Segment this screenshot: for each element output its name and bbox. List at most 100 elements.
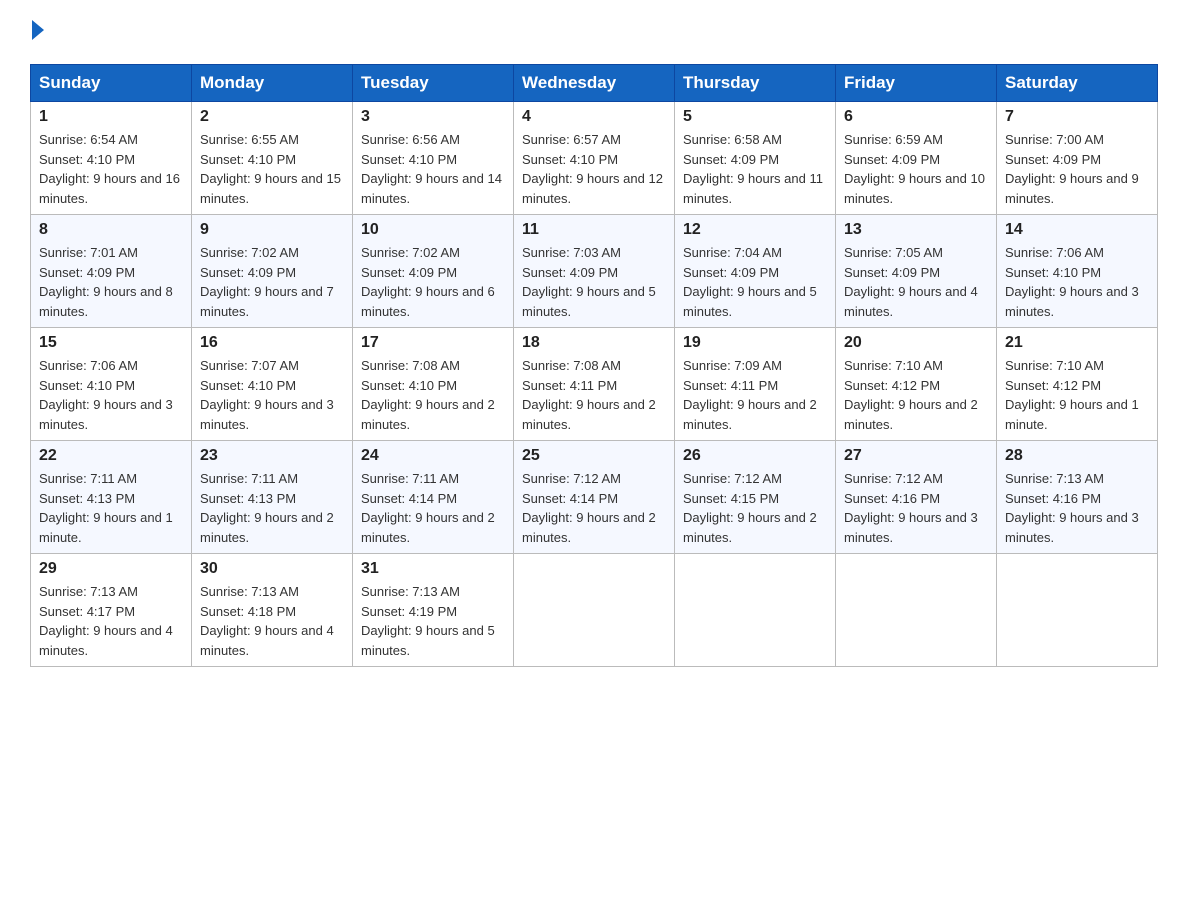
- calendar-body: 1 Sunrise: 6:54 AMSunset: 4:10 PMDaylight…: [31, 102, 1158, 667]
- calendar-cell: 7 Sunrise: 7:00 AMSunset: 4:09 PMDaylight…: [997, 102, 1158, 215]
- calendar-table: SundayMondayTuesdayWednesdayThursdayFrid…: [30, 64, 1158, 667]
- calendar-cell: 1 Sunrise: 6:54 AMSunset: 4:10 PMDaylight…: [31, 102, 192, 215]
- day-number: 30: [200, 560, 344, 578]
- calendar-cell: 19 Sunrise: 7:09 AMSunset: 4:11 PMDayligh…: [675, 328, 836, 441]
- calendar-cell: 25 Sunrise: 7:12 AMSunset: 4:14 PMDayligh…: [514, 441, 675, 554]
- calendar-cell: [836, 554, 997, 667]
- day-number: 23: [200, 447, 344, 465]
- day-info: Sunrise: 7:05 AMSunset: 4:09 PMDaylight:…: [844, 243, 988, 321]
- calendar-cell: 22 Sunrise: 7:11 AMSunset: 4:13 PMDayligh…: [31, 441, 192, 554]
- calendar-cell: 9 Sunrise: 7:02 AMSunset: 4:09 PMDaylight…: [192, 215, 353, 328]
- day-number: 16: [200, 334, 344, 352]
- day-number: 22: [39, 447, 183, 465]
- day-info: Sunrise: 7:12 AMSunset: 4:14 PMDaylight:…: [522, 469, 666, 547]
- calendar-cell: 2 Sunrise: 6:55 AMSunset: 4:10 PMDaylight…: [192, 102, 353, 215]
- calendar-cell: 8Sunrise: 7:01 AMSunset: 4:09 PMDaylight…: [31, 215, 192, 328]
- day-number: 24: [361, 447, 505, 465]
- day-number: 19: [683, 334, 827, 352]
- day-number: 13: [844, 221, 988, 239]
- day-info: Sunrise: 7:06 AMSunset: 4:10 PMDaylight:…: [39, 356, 183, 434]
- day-info: Sunrise: 7:09 AMSunset: 4:11 PMDaylight:…: [683, 356, 827, 434]
- week-row-1: 1 Sunrise: 6:54 AMSunset: 4:10 PMDaylight…: [31, 102, 1158, 215]
- day-info: Sunrise: 7:11 AMSunset: 4:14 PMDaylight:…: [361, 469, 505, 547]
- header-cell-monday: Monday: [192, 65, 353, 102]
- day-number: 17: [361, 334, 505, 352]
- day-info: Sunrise: 7:12 AMSunset: 4:15 PMDaylight:…: [683, 469, 827, 547]
- day-number: 29: [39, 560, 183, 578]
- calendar-cell: 21 Sunrise: 7:10 AMSunset: 4:12 PMDayligh…: [997, 328, 1158, 441]
- day-number: 4: [522, 108, 666, 126]
- day-number: 28: [1005, 447, 1149, 465]
- calendar-cell: 20 Sunrise: 7:10 AMSunset: 4:12 PMDayligh…: [836, 328, 997, 441]
- day-number: 9: [200, 221, 344, 239]
- calendar-cell: 28Sunrise: 7:13 AMSunset: 4:16 PMDayligh…: [997, 441, 1158, 554]
- calendar-cell: 6Sunrise: 6:59 AMSunset: 4:09 PMDaylight…: [836, 102, 997, 215]
- day-info: Sunrise: 7:01 AMSunset: 4:09 PMDaylight:…: [39, 243, 183, 321]
- day-number: 27: [844, 447, 988, 465]
- calendar-cell: 17 Sunrise: 7:08 AMSunset: 4:10 PMDayligh…: [353, 328, 514, 441]
- day-number: 2: [200, 108, 344, 126]
- day-number: 20: [844, 334, 988, 352]
- calendar-cell: 24 Sunrise: 7:11 AMSunset: 4:14 PMDayligh…: [353, 441, 514, 554]
- day-info: Sunrise: 7:00 AMSunset: 4:09 PMDaylight:…: [1005, 130, 1149, 208]
- calendar-cell: 26 Sunrise: 7:12 AMSunset: 4:15 PMDayligh…: [675, 441, 836, 554]
- page-header: Blue: [30, 20, 1158, 44]
- header-cell-tuesday: Tuesday: [353, 65, 514, 102]
- day-number: 7: [1005, 108, 1149, 126]
- header-cell-saturday: Saturday: [997, 65, 1158, 102]
- day-number: 14: [1005, 221, 1149, 239]
- calendar-cell: 31 Sunrise: 7:13 AMSunset: 4:19 PMDayligh…: [353, 554, 514, 667]
- day-number: 31: [361, 560, 505, 578]
- day-info: Sunrise: 7:13 AMSunset: 4:17 PMDaylight:…: [39, 582, 183, 660]
- day-info: Sunrise: 7:02 AMSunset: 4:09 PMDaylight:…: [200, 243, 344, 321]
- calendar-cell: 4Sunrise: 6:57 AMSunset: 4:10 PMDaylight…: [514, 102, 675, 215]
- calendar-cell: 15 Sunrise: 7:06 AMSunset: 4:10 PMDayligh…: [31, 328, 192, 441]
- calendar-cell: 29 Sunrise: 7:13 AMSunset: 4:17 PMDayligh…: [31, 554, 192, 667]
- calendar-cell: 27Sunrise: 7:12 AMSunset: 4:16 PMDayligh…: [836, 441, 997, 554]
- day-number: 15: [39, 334, 183, 352]
- logo-triangle-icon: [32, 20, 44, 40]
- calendar-cell: 14 Sunrise: 7:06 AMSunset: 4:10 PMDayligh…: [997, 215, 1158, 328]
- week-row-4: 22 Sunrise: 7:11 AMSunset: 4:13 PMDayligh…: [31, 441, 1158, 554]
- week-row-2: 8Sunrise: 7:01 AMSunset: 4:09 PMDaylight…: [31, 215, 1158, 328]
- calendar-cell: 3Sunrise: 6:56 AMSunset: 4:10 PMDaylight…: [353, 102, 514, 215]
- day-info: Sunrise: 7:13 AMSunset: 4:18 PMDaylight:…: [200, 582, 344, 660]
- day-info: Sunrise: 7:11 AMSunset: 4:13 PMDaylight:…: [39, 469, 183, 547]
- day-number: 25: [522, 447, 666, 465]
- calendar-cell: [997, 554, 1158, 667]
- day-info: Sunrise: 7:03 AMSunset: 4:09 PMDaylight:…: [522, 243, 666, 321]
- calendar-cell: 11Sunrise: 7:03 AMSunset: 4:09 PMDayligh…: [514, 215, 675, 328]
- calendar-cell: 23 Sunrise: 7:11 AMSunset: 4:13 PMDayligh…: [192, 441, 353, 554]
- calendar-cell: 13 Sunrise: 7:05 AMSunset: 4:09 PMDayligh…: [836, 215, 997, 328]
- calendar-cell: 16 Sunrise: 7:07 AMSunset: 4:10 PMDayligh…: [192, 328, 353, 441]
- day-number: 21: [1005, 334, 1149, 352]
- calendar-cell: [675, 554, 836, 667]
- logo: Blue: [30, 20, 44, 44]
- calendar-cell: 5Sunrise: 6:58 AMSunset: 4:09 PMDaylight…: [675, 102, 836, 215]
- calendar-cell: 18 Sunrise: 7:08 AMSunset: 4:11 PMDayligh…: [514, 328, 675, 441]
- day-info: Sunrise: 6:54 AMSunset: 4:10 PMDaylight:…: [39, 130, 183, 208]
- day-info: Sunrise: 7:10 AMSunset: 4:12 PMDaylight:…: [844, 356, 988, 434]
- day-info: Sunrise: 7:10 AMSunset: 4:12 PMDaylight:…: [1005, 356, 1149, 434]
- day-number: 26: [683, 447, 827, 465]
- day-number: 18: [522, 334, 666, 352]
- header-cell-sunday: Sunday: [31, 65, 192, 102]
- day-info: Sunrise: 7:13 AMSunset: 4:19 PMDaylight:…: [361, 582, 505, 660]
- day-number: 12: [683, 221, 827, 239]
- week-row-3: 15 Sunrise: 7:06 AMSunset: 4:10 PMDayligh…: [31, 328, 1158, 441]
- day-info: Sunrise: 7:11 AMSunset: 4:13 PMDaylight:…: [200, 469, 344, 547]
- day-info: Sunrise: 6:55 AMSunset: 4:10 PMDaylight:…: [200, 130, 344, 208]
- day-info: Sunrise: 7:06 AMSunset: 4:10 PMDaylight:…: [1005, 243, 1149, 321]
- calendar-cell: 10Sunrise: 7:02 AMSunset: 4:09 PMDayligh…: [353, 215, 514, 328]
- day-number: 10: [361, 221, 505, 239]
- header-cell-friday: Friday: [836, 65, 997, 102]
- day-info: Sunrise: 7:08 AMSunset: 4:11 PMDaylight:…: [522, 356, 666, 434]
- calendar-cell: 30 Sunrise: 7:13 AMSunset: 4:18 PMDayligh…: [192, 554, 353, 667]
- calendar-header: SundayMondayTuesdayWednesdayThursdayFrid…: [31, 65, 1158, 102]
- day-info: Sunrise: 7:08 AMSunset: 4:10 PMDaylight:…: [361, 356, 505, 434]
- day-number: 5: [683, 108, 827, 126]
- week-row-5: 29 Sunrise: 7:13 AMSunset: 4:17 PMDayligh…: [31, 554, 1158, 667]
- day-info: Sunrise: 6:59 AMSunset: 4:09 PMDaylight:…: [844, 130, 988, 208]
- day-number: 1: [39, 108, 183, 126]
- day-info: Sunrise: 7:07 AMSunset: 4:10 PMDaylight:…: [200, 356, 344, 434]
